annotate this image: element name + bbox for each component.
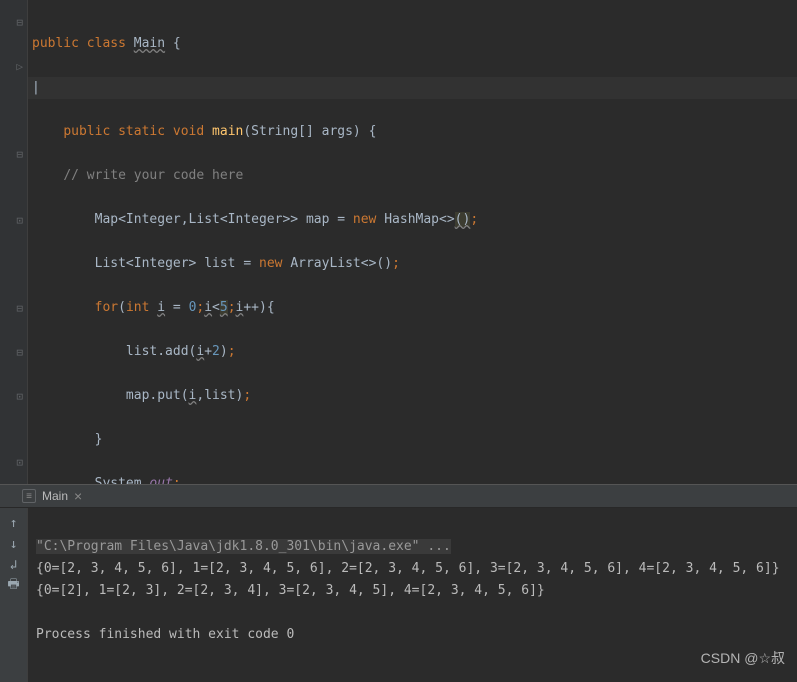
cursor-line[interactable]: | [28,77,797,99]
console-panel: ↑ ↓ ↲ 🖶 "C:\Program Files\Java\jdk1.8.0_… [0,508,797,682]
console-output[interactable]: "C:\Program Files\Java\jdk1.8.0_301\bin\… [28,508,797,682]
terminal-icon: ≡ [22,489,36,503]
fold-end-icon[interactable]: ⊡ [0,209,27,231]
fold-icon[interactable]: ⊟ [0,341,27,363]
soft-wrap-icon[interactable]: ↲ [5,556,23,574]
fold-icon[interactable]: ⊟ [0,143,27,165]
fold-icon[interactable]: ⊟ [0,11,27,33]
tab-label: Main [42,489,68,503]
fold-end-icon[interactable]: ⊡ [0,385,27,407]
run-icon[interactable]: ▷ [0,55,27,77]
close-icon[interactable]: × [74,488,82,504]
code-editor[interactable]: ⊟ ▷ ⊟ ⊡ ⊟ ⊟ ⊡ ⊡ ⊡ public class Main { | … [0,0,797,484]
console-command: "C:\Program Files\Java\jdk1.8.0_301\bin\… [36,539,451,554]
code-content[interactable]: public class Main { | public static void… [28,0,797,484]
editor-gutter: ⊟ ▷ ⊟ ⊡ ⊟ ⊟ ⊡ ⊡ ⊡ [0,0,28,484]
scroll-up-icon[interactable]: ↑ [5,514,23,532]
fold-icon[interactable]: ⊟ [0,297,27,319]
print-icon[interactable]: 🖶 [5,577,23,595]
scroll-down-icon[interactable]: ↓ [5,535,23,553]
console-line: {0=[2], 1=[2, 3], 2=[2, 3, 4], 3=[2, 3, … [36,583,545,598]
console-exit: Process finished with exit code 0 [36,627,294,642]
console-toolbar: ↑ ↓ ↲ 🖶 [0,508,28,682]
tab-main[interactable]: ≡ Main × [14,486,90,506]
console-line: {0=[2, 3, 4, 5, 6], 1=[2, 3, 4, 5, 6], 2… [36,561,780,576]
run-tabs-bar: ≡ Main × [0,484,797,508]
watermark: CSDN @☆叔 [701,648,785,668]
fold-end-icon[interactable]: ⊡ [0,451,27,473]
